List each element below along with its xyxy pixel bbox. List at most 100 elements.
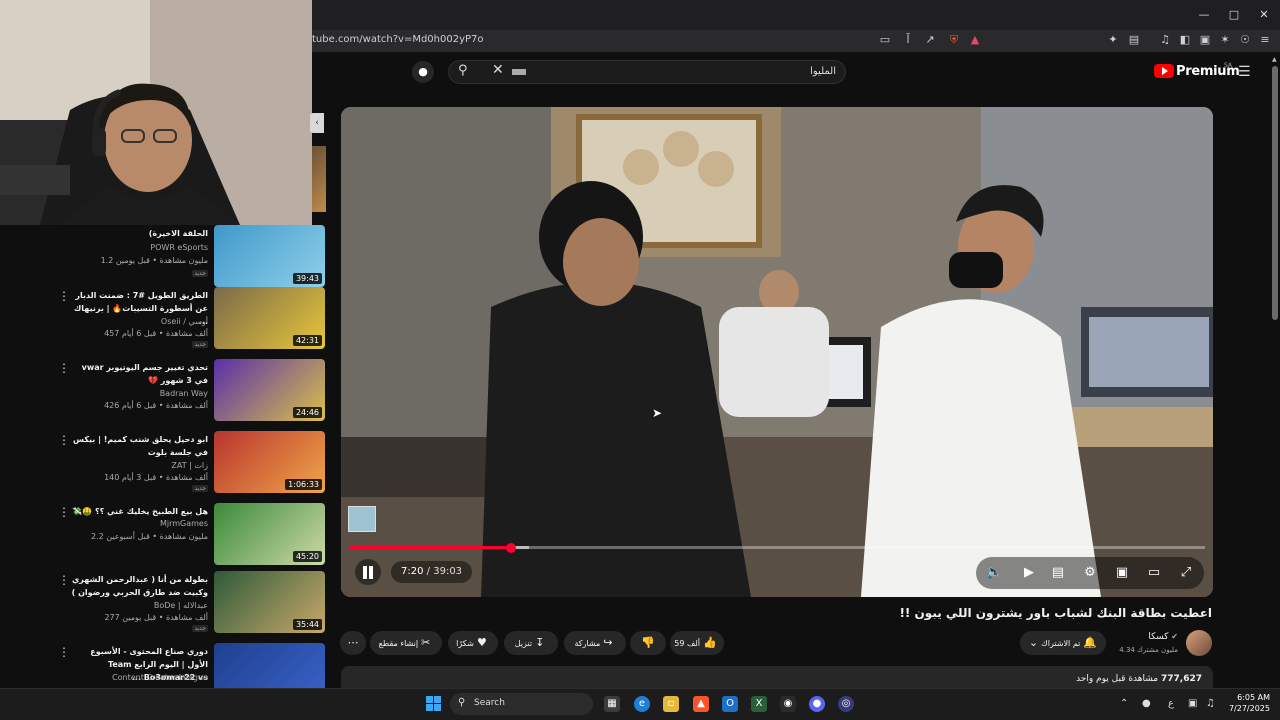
more-options-icon[interactable]: ⋮ — [58, 289, 70, 303]
excel-icon[interactable]: X — [751, 696, 767, 712]
edge-icon[interactable]: e — [634, 696, 650, 712]
thanks-button[interactable]: شكرًا ♥ — [448, 631, 498, 655]
wallet-icon[interactable]: ▣ — [1198, 33, 1212, 47]
channel-name[interactable]: BoDe | عبدالاله — [154, 601, 208, 610]
url-text[interactable]: tube.com/watch?v=Md0h002yP7o — [312, 34, 484, 45]
store-icon[interactable]: ▦ — [604, 696, 620, 712]
more-options-icon[interactable]: ⋮ — [58, 433, 70, 447]
network-icon[interactable]: ▣ — [1188, 698, 1197, 709]
subscribed-button[interactable]: ⌄ تم الاشتراك 🔔 — [1020, 631, 1106, 655]
channel-name[interactable]: Oseii / أوسي — [161, 317, 208, 326]
played-bar — [349, 546, 510, 549]
video-thumbnail[interactable]: 35:44 — [214, 571, 325, 633]
extensions-icon[interactable]: ✦ — [1106, 33, 1120, 47]
cast-icon[interactable]: ▭ — [878, 33, 892, 47]
pause-button[interactable] — [355, 559, 381, 585]
close-icon[interactable]: ✕ — [1252, 6, 1276, 24]
minimize-icon[interactable]: — — [1192, 6, 1216, 24]
speaker-icon[interactable]: ♫ — [1206, 698, 1215, 709]
search-query[interactable]: المليوا — [760, 66, 836, 77]
list-item[interactable]: 45:20 ⋮ هل بيع الطبيخ يخليك غني ؟؟ 🤑💸 Mj… — [0, 503, 330, 571]
fullscreen-icon[interactable]: ⤢ — [1178, 565, 1194, 581]
channel-name[interactable]: POWR eSports — [150, 243, 208, 252]
thumbnail-partial[interactable] — [312, 146, 326, 212]
scrubber-handle[interactable] — [506, 543, 516, 553]
miniplayer-icon[interactable]: ▣ — [1114, 565, 1130, 581]
more-options-icon[interactable]: ⋮ — [58, 361, 70, 375]
discord-icon[interactable]: ● — [809, 696, 825, 712]
scroll-up-icon[interactable]: ▲ — [1272, 56, 1277, 63]
list-item[interactable]: 42:31 ⋮ الطريق الطويل #7 : ضمنت الدبار ع… — [0, 287, 330, 355]
download-button[interactable]: تنزيل ↧ — [504, 631, 558, 655]
microphone-icon[interactable]: ● — [1142, 698, 1151, 709]
language-indicator[interactable]: ع — [1168, 698, 1174, 709]
dislike-button[interactable]: 👎 — [630, 631, 666, 655]
file-explorer-icon[interactable]: ▫ — [663, 696, 679, 712]
system-clock[interactable]: 6:05 AM 7/27/2025 — [1226, 692, 1270, 714]
video-title[interactable]: هل بيع الطبيخ يخليك غني ؟؟ 🤑💸 — [68, 505, 208, 518]
progress-bar[interactable] — [349, 546, 1205, 549]
menu-icon[interactable]: ≡ — [1258, 33, 1272, 47]
webcam-overlay — [0, 0, 312, 225]
video-title[interactable]: تحدي تغيير جسم اليوتيوبر vwar في 3 شهور … — [68, 361, 208, 387]
autoplay-toggle[interactable]: ▶ — [1018, 565, 1040, 581]
video-thumbnail[interactable]: 45:20 — [214, 503, 325, 565]
video-title[interactable]: بطولة من أنا ( عبدالرحمن الشهري وكبيت ضد… — [68, 573, 208, 599]
like-button[interactable]: 59 ألف 👍 — [670, 631, 724, 655]
search-icon[interactable]: ⚲ — [458, 63, 468, 78]
clear-search-icon[interactable]: ✕ — [492, 62, 504, 78]
channel-name[interactable]: MjrmGames — [160, 519, 208, 528]
windows-start-icon[interactable] — [426, 696, 441, 711]
channel-name-main[interactable]: كسكا ✔ — [1148, 632, 1178, 642]
channel-name[interactable]: ZAT | زات — [171, 461, 208, 470]
clip-button[interactable]: إنشاء مقطع ✂ — [370, 631, 442, 655]
channel-name[interactable]: Content Creator League — [112, 673, 208, 682]
video-thumbnail[interactable]: 1:06:33 — [214, 431, 325, 493]
video-thumbnail[interactable]: 42:31 — [214, 287, 325, 349]
theater-mode-icon[interactable]: ▭ — [1146, 565, 1162, 581]
duration-badge: 24:46 — [292, 407, 322, 418]
list-item[interactable]: ⋮ دوري صناع المحتوى - الأسبوع الأول | ال… — [0, 643, 330, 688]
video-thumbnail[interactable]: 39:43 — [214, 225, 325, 287]
settings-icon[interactable]: ⚙ — [1082, 565, 1098, 581]
guide-menu-icon[interactable]: ☰ — [1238, 64, 1251, 80]
translate-icon[interactable]: آ — [901, 33, 915, 47]
maximize-icon[interactable]: □ — [1222, 6, 1246, 24]
list-item[interactable]: 39:43 الحلقة الاخيرة) POWR eSports 1.2 م… — [0, 225, 330, 293]
sidebar-panel-icon[interactable]: ▤ — [1127, 33, 1141, 47]
chip-arrow[interactable]: ‹ — [310, 113, 324, 133]
channel-name[interactable]: Badran Way — [160, 389, 208, 398]
list-item[interactable]: 1:06:33 ⋮ ابو دحيل يحلق شنب كميم! | بيكس… — [0, 431, 330, 499]
steam-icon[interactable]: ◉ — [780, 696, 796, 712]
list-item[interactable]: 35:44 ⋮ بطولة من أنا ( عبدالرحمن الشهري … — [0, 571, 330, 639]
app-icon[interactable]: ◎ — [838, 696, 854, 712]
vpn-icon[interactable]: ☉ — [1238, 33, 1252, 47]
rewards-icon[interactable]: ▲ — [968, 33, 982, 47]
chevron-up-icon[interactable]: ⌃ — [1120, 698, 1128, 709]
taskbar-search[interactable]: ⚲ Search — [450, 693, 593, 715]
more-options-icon[interactable]: ⋮ — [58, 645, 70, 659]
channel-avatar[interactable] — [1186, 630, 1212, 656]
brave-icon[interactable]: ▲ — [693, 696, 709, 712]
video-thumbnail[interactable] — [214, 643, 325, 688]
youtube-logo-icon[interactable] — [1154, 64, 1174, 78]
voice-search-icon[interactable]: ● — [412, 61, 434, 83]
more-actions-button[interactable]: ⋯ — [340, 631, 366, 655]
outlook-icon[interactable]: O — [722, 696, 738, 712]
video-title[interactable]: ابو دحيل يحلق شنب كميم! | بيكس في جلسة ب… — [68, 433, 208, 459]
leo-icon[interactable]: ✶ — [1218, 33, 1232, 47]
more-options-icon[interactable]: ⋮ — [58, 505, 70, 519]
subtitles-icon[interactable]: ▤ — [1050, 565, 1066, 581]
brave-shield-icon[interactable]: ⛨ — [947, 33, 961, 47]
music-icon[interactable]: ♫ — [1158, 33, 1172, 47]
share-button[interactable]: مشاركة ↪ — [564, 631, 626, 655]
video-player[interactable] — [341, 107, 1213, 597]
reader-icon[interactable]: ◧ — [1178, 33, 1192, 47]
volume-icon[interactable]: 🔈 — [986, 565, 1002, 581]
share-icon[interactable]: ↗ — [923, 33, 937, 47]
more-options-icon[interactable]: ⋮ — [58, 573, 70, 587]
list-item[interactable]: 24:46 ⋮ تحدي تغيير جسم اليوتيوبر vwar في… — [0, 359, 330, 427]
scrollbar-thumb[interactable] — [1272, 66, 1278, 320]
video-title[interactable]: الحلقة الاخيرة) — [68, 227, 208, 240]
video-thumbnail[interactable]: 24:46 — [214, 359, 325, 421]
